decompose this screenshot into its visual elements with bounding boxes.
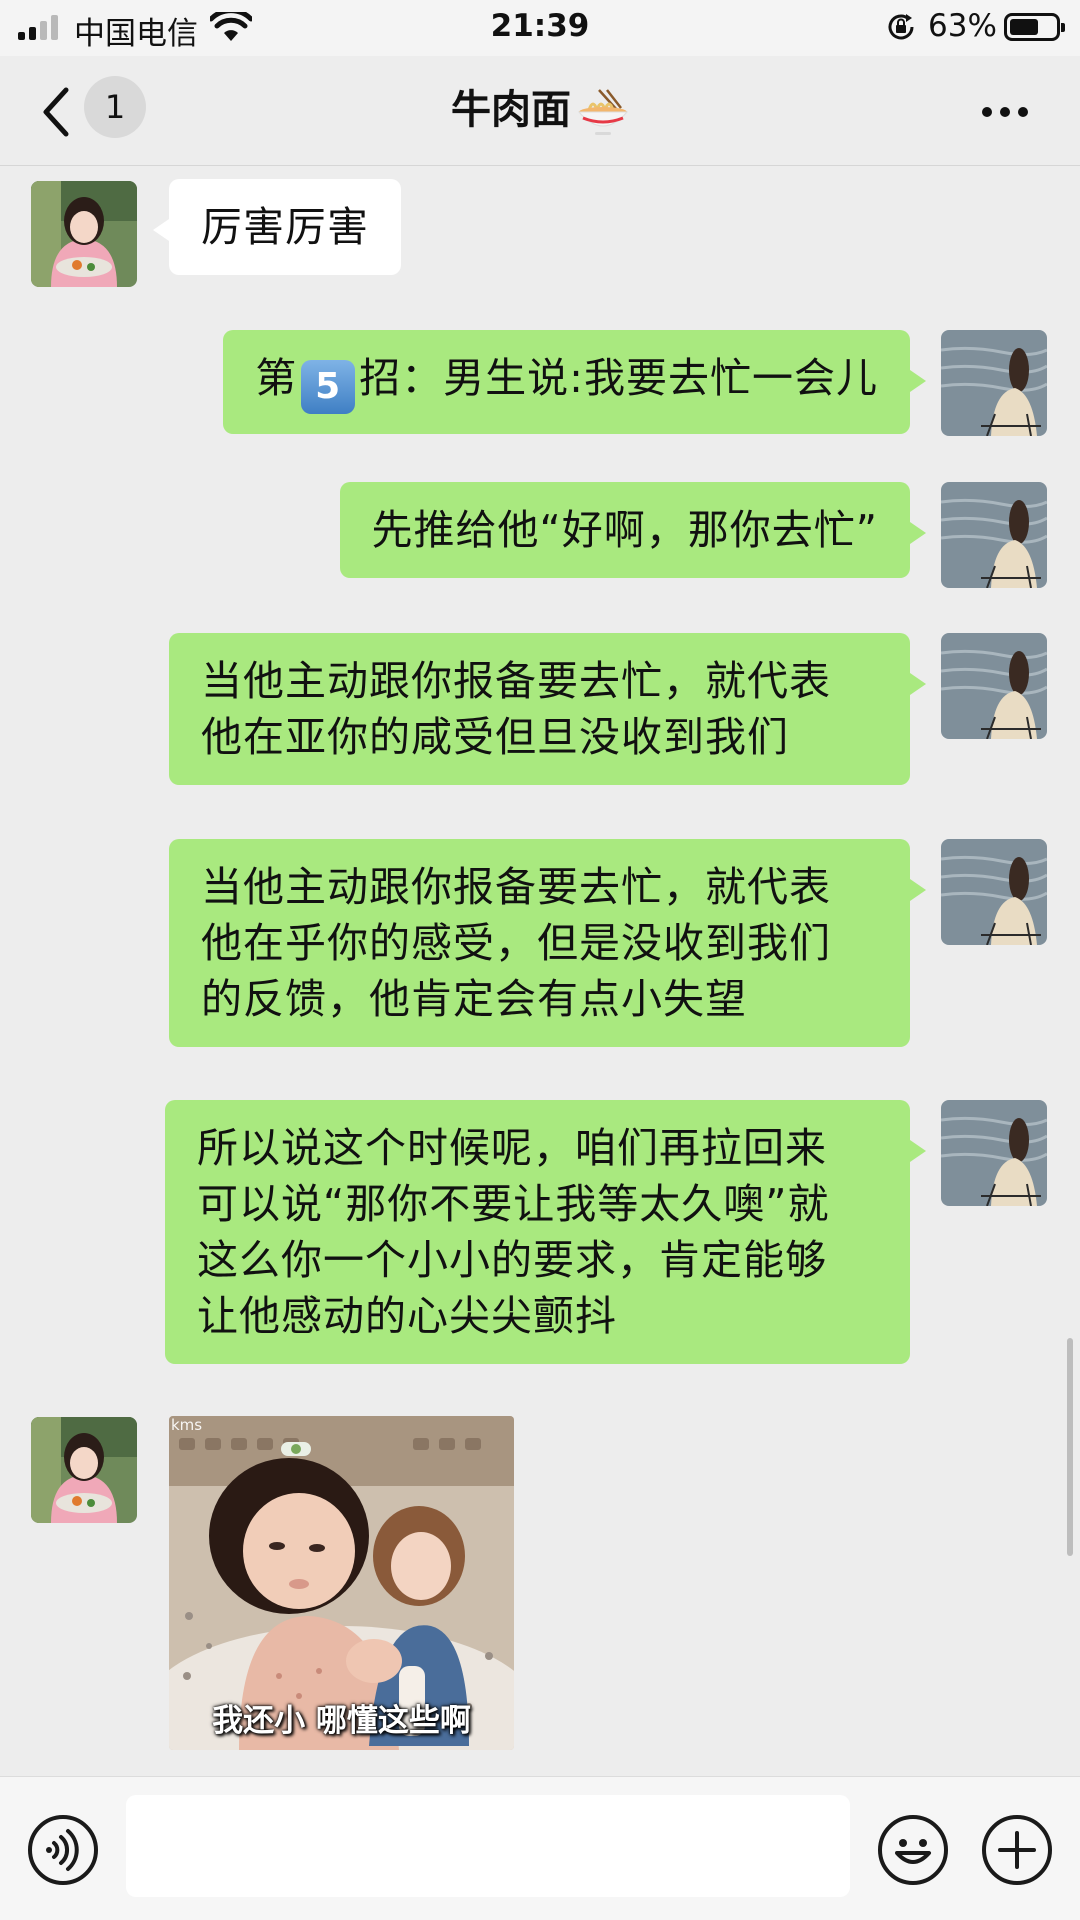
- noodle-bowl-icon: [577, 89, 629, 135]
- voice-input-button[interactable]: [28, 1815, 98, 1885]
- contact-avatar[interactable]: [31, 181, 137, 287]
- battery-level: [1010, 19, 1038, 35]
- message-line: 当他主动跟你报备要去忙，就代表: [201, 657, 831, 705]
- message-line: 这么你一个小小的要求，肯定能够: [197, 1236, 827, 1284]
- chat-title-text: 牛肉面: [451, 87, 571, 133]
- my-avatar[interactable]: [941, 633, 1047, 739]
- message-bubble[interactable]: 第 5 招：男生说:我要去忙一会儿: [223, 330, 926, 434]
- status-bar: 中国电信 21:39 63%: [0, 0, 1080, 56]
- message-line: 他在乎你的感受，但是没收到我们: [201, 919, 831, 967]
- more-functions-button[interactable]: [982, 1815, 1052, 1885]
- my-avatar[interactable]: [941, 330, 1047, 436]
- plus-icon: [998, 1831, 1036, 1869]
- message-line: 让他感动的心尖尖颤抖: [197, 1292, 617, 1340]
- message-text: 厉害厉害: [201, 203, 369, 251]
- message-line: 当他主动跟你报备要去忙，就代表: [201, 863, 831, 911]
- message-line: 他在亚你的咸受但旦没收到我们: [201, 713, 789, 761]
- message-bubble[interactable]: 当他主动跟你报备要去忙，就代表 他在乎你的感受，但是没收到我们 的反馈，他肯定会…: [169, 839, 926, 1047]
- voice-icon: [46, 1829, 79, 1871]
- message-bubble[interactable]: 所以说这个时候呢，咱们再拉回来 可以说“那你不要让我等太久噢”就 这么你一个小小…: [165, 1100, 926, 1364]
- message-input[interactable]: [126, 1795, 850, 1897]
- message-text-prefix: 第: [255, 354, 298, 402]
- my-avatar[interactable]: [941, 839, 1047, 945]
- battery-percent: 63%: [928, 8, 997, 44]
- chat-scrollbar[interactable]: [1067, 1338, 1073, 1556]
- message-bubble[interactable]: 当他主动跟你报备要去忙，就代表 他在亚你的咸受但旦没收到我们: [169, 633, 926, 785]
- emoji-icon: [895, 1839, 931, 1864]
- sticker-message[interactable]: kms 我还小 哪懂这些啊: [169, 1416, 514, 1750]
- message-text: 招：男生说:我要去忙一会儿: [359, 354, 878, 402]
- input-bar: [0, 1776, 1080, 1920]
- message-bubble[interactable]: 先推给他“好啊，那你去忙”: [339, 482, 927, 578]
- chat-header: 1 牛肉面: [0, 56, 1080, 166]
- contact-avatar[interactable]: [31, 1417, 137, 1523]
- message-line: 可以说“那你不要让我等太久噢”就: [197, 1180, 830, 1228]
- message-bubble[interactable]: 厉害厉害: [153, 179, 401, 275]
- keycap-number-icon: 5: [301, 360, 356, 414]
- message-line: 所以说这个时候呢，咱们再拉回来: [197, 1124, 827, 1172]
- my-avatar[interactable]: [941, 1100, 1047, 1206]
- battery-icon: [1004, 13, 1065, 41]
- message-line: 的反馈，他肯定会有点小失望: [201, 975, 747, 1023]
- message-text: 先推给他“好啊，那你去忙”: [371, 506, 878, 554]
- chat-title[interactable]: 牛肉面: [0, 84, 1080, 136]
- sticker-watermark: kms: [171, 1416, 203, 1434]
- rotation-lock-icon: [888, 14, 914, 40]
- my-avatar[interactable]: [941, 482, 1047, 588]
- more-options-button[interactable]: [980, 102, 1030, 122]
- status-time: 21:39: [490, 8, 590, 44]
- sticker-caption: 我还小 哪懂这些啊: [212, 1703, 471, 1739]
- emoji-button[interactable]: [878, 1815, 948, 1885]
